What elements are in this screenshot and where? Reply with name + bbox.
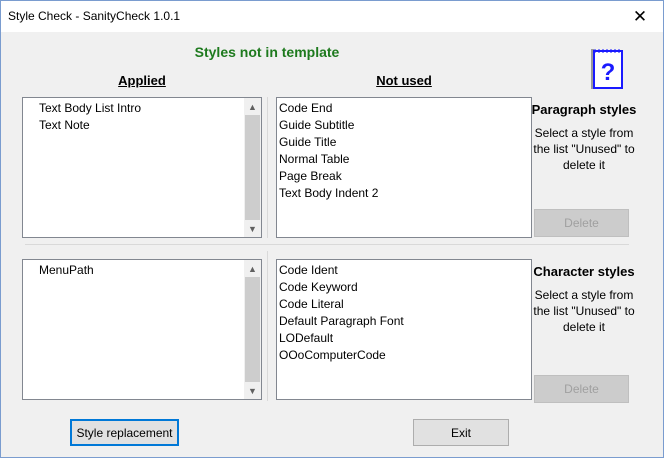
list-item[interactable]: Text Body Indent 2: [277, 185, 531, 202]
style-replacement-button[interactable]: Style replacement: [70, 419, 179, 446]
help-icon-graphic: ?: [591, 49, 623, 89]
character-delete-button[interactable]: Delete: [534, 375, 629, 403]
scroll-thumb[interactable]: [245, 115, 260, 220]
exit-button[interactable]: Exit: [413, 419, 509, 446]
horizontal-divider: [25, 244, 629, 245]
character-styles-title: Character styles: [533, 264, 635, 279]
help-glyph: ?: [601, 59, 616, 86]
list-item[interactable]: Default Paragraph Font: [277, 313, 531, 330]
list-item[interactable]: Code Ident: [277, 262, 531, 279]
paragraph-not-used-list[interactable]: Code End Guide Subtitle Guide Title Norm…: [276, 97, 532, 238]
scroll-down-arrow-icon[interactable]: ▼: [244, 220, 261, 237]
character-applied-scrollbar[interactable]: ▲ ▼: [244, 260, 261, 399]
paragraph-delete-button[interactable]: Delete: [534, 209, 629, 237]
paragraph-applied-list[interactable]: Text Body List Intro Text Note ▲ ▼: [22, 97, 262, 238]
vertical-divider-bottom: [267, 251, 268, 401]
character-not-used-list[interactable]: Code Ident Code Keyword Code Literal Def…: [276, 259, 532, 400]
title-bar: Style Check - SanityCheck 1.0.1 ✕: [1, 1, 663, 32]
paragraph-styles-description: Select a style from the list "Unused" to…: [533, 126, 635, 172]
list-item[interactable]: Code Keyword: [277, 279, 531, 296]
list-item[interactable]: Page Break: [277, 168, 531, 185]
paragraph-not-used-items: Code End Guide Subtitle Guide Title Norm…: [277, 98, 531, 202]
column-label-applied: Applied: [118, 73, 166, 88]
scroll-up-arrow-icon[interactable]: ▲: [244, 260, 261, 277]
list-item[interactable]: Text Body List Intro: [37, 100, 261, 117]
list-item[interactable]: Code Literal: [277, 296, 531, 313]
style-check-dialog: Style Check - SanityCheck 1.0.1 ✕ Styles…: [0, 0, 664, 458]
list-item[interactable]: Normal Table: [277, 151, 531, 168]
character-styles-description: Select a style from the list "Unused" to…: [533, 288, 635, 334]
scroll-up-arrow-icon[interactable]: ▲: [244, 98, 261, 115]
character-not-used-items: Code Ident Code Keyword Code Literal Def…: [277, 260, 531, 364]
paragraph-styles-title: Paragraph styles: [531, 102, 637, 117]
vertical-divider-top: [267, 97, 268, 238]
dialog-heading: Styles not in template: [194, 44, 340, 60]
window-title: Style Check - SanityCheck 1.0.1: [8, 9, 181, 23]
column-label-not-used: Not used: [376, 73, 432, 88]
list-item[interactable]: OOoComputerCode: [277, 347, 531, 364]
close-icon: ✕: [632, 6, 648, 26]
character-applied-items: MenuPath: [23, 260, 261, 279]
list-item[interactable]: Code End: [277, 100, 531, 117]
list-item[interactable]: Text Note: [37, 117, 261, 134]
paragraph-applied-scrollbar[interactable]: ▲ ▼: [244, 98, 261, 237]
list-item[interactable]: Guide Subtitle: [277, 117, 531, 134]
paragraph-applied-items: Text Body List Intro Text Note: [23, 98, 261, 134]
help-icon[interactable]: ?: [590, 49, 626, 89]
close-button[interactable]: ✕: [617, 1, 663, 32]
character-applied-list[interactable]: MenuPath ▲ ▼: [22, 259, 262, 400]
list-item[interactable]: LODefault: [277, 330, 531, 347]
scroll-down-arrow-icon[interactable]: ▼: [244, 382, 261, 399]
scroll-thumb[interactable]: [245, 277, 260, 382]
list-item[interactable]: MenuPath: [37, 262, 261, 279]
list-item[interactable]: Guide Title: [277, 134, 531, 151]
